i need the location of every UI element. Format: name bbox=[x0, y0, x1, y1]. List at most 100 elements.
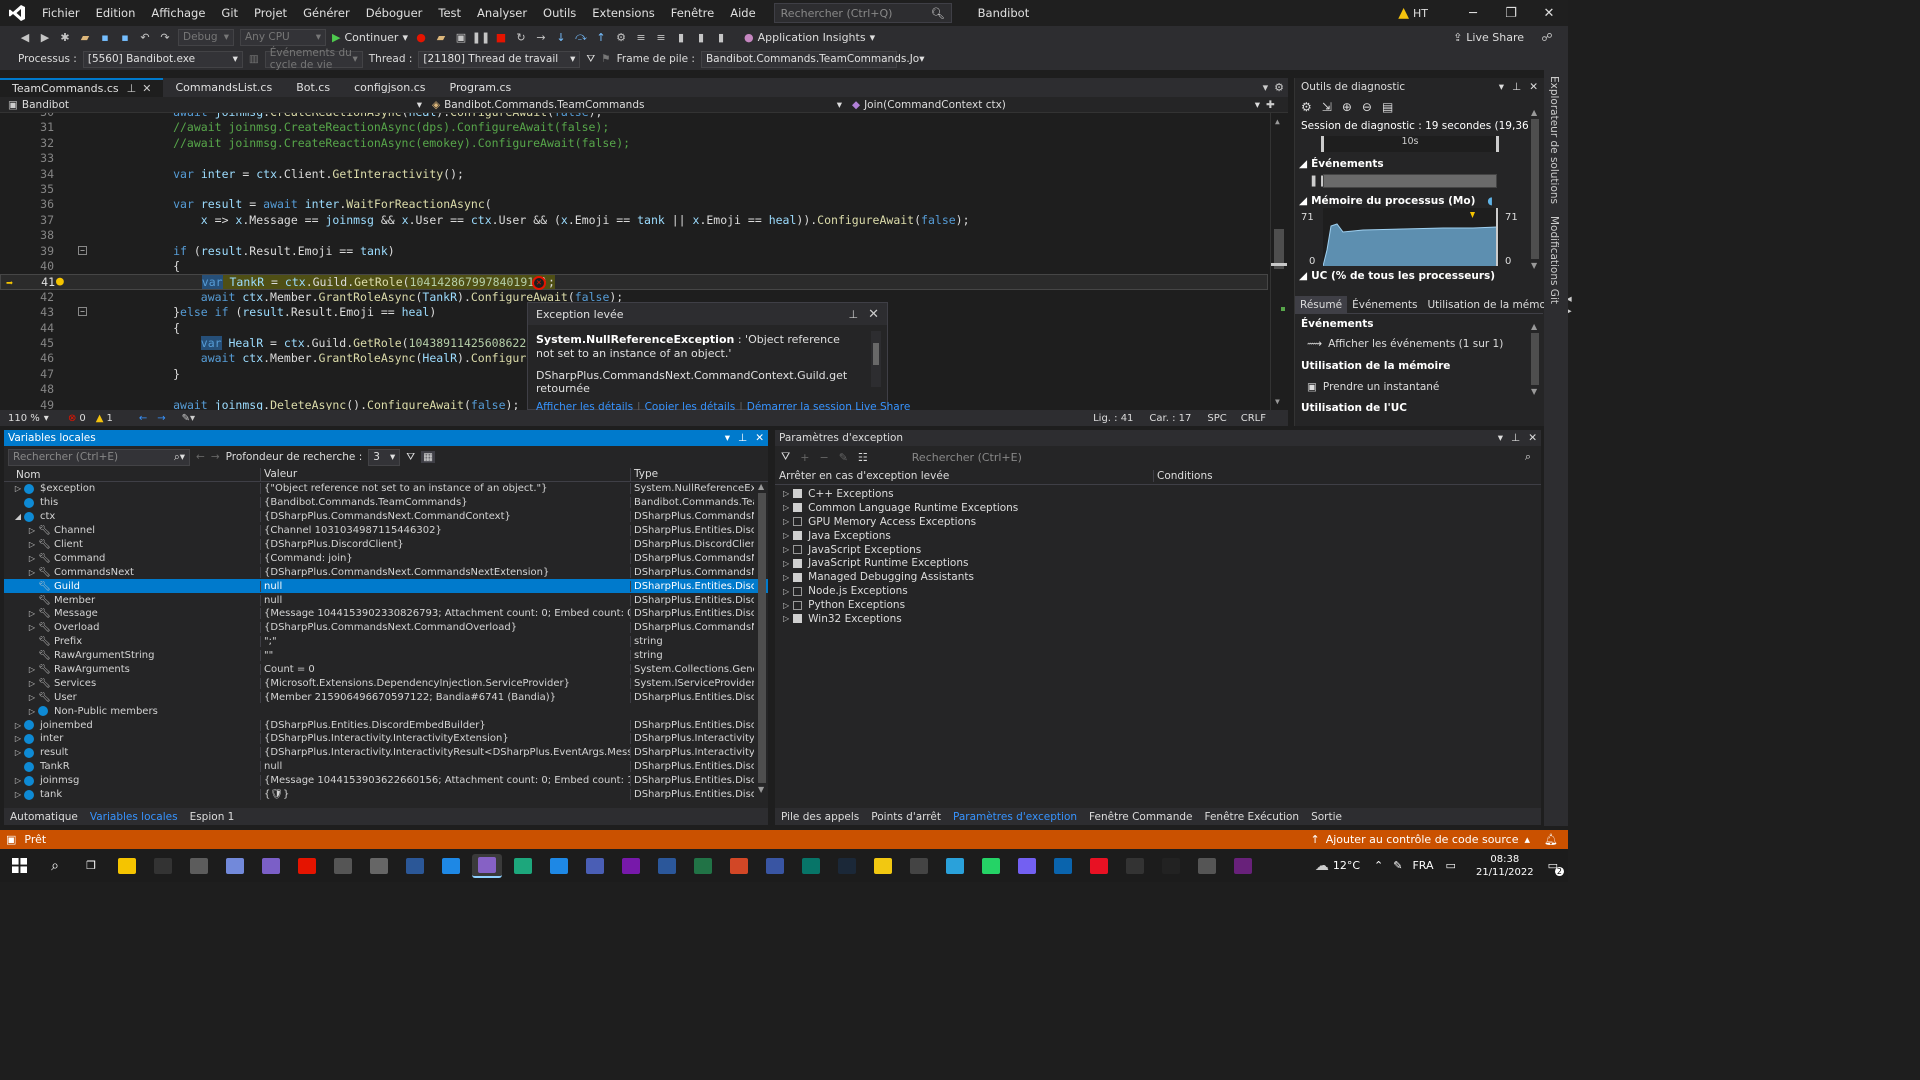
exception-search-input[interactable]: Rechercher (Ctrl+E) ⌕ bbox=[907, 448, 1535, 466]
menu-item-affichage[interactable]: Affichage bbox=[143, 0, 213, 26]
vscode-icon[interactable] bbox=[436, 854, 466, 878]
minimize-button[interactable]: ─ bbox=[1454, 6, 1492, 21]
locals-row[interactable]: ▷ joinembed {DSharpPlus.Entities.DiscordEm… bbox=[4, 718, 768, 732]
nav-forward-icon[interactable]: → bbox=[157, 413, 165, 424]
mail-icon[interactable] bbox=[1048, 854, 1078, 878]
zoom-out-icon[interactable]: ⊖ bbox=[1362, 100, 1372, 114]
expand-arrow-icon[interactable]: ▷ bbox=[12, 734, 24, 743]
exception-checkbox[interactable] bbox=[793, 600, 803, 610]
locals-row[interactable]: ▷ 🔧︎ RawArguments Count = 0 System.Collectio… bbox=[4, 663, 768, 677]
tab-program-cs[interactable]: Program.cs bbox=[438, 78, 524, 97]
media-icon[interactable] bbox=[1228, 854, 1258, 878]
expand-arrow-icon[interactable]: ▷ bbox=[12, 748, 24, 757]
config-select[interactable]: Debug ▾ bbox=[178, 28, 234, 46]
column-value[interactable]: Valeur bbox=[260, 468, 630, 481]
solution-explorer-tab[interactable]: Explorateur de solutions bbox=[1548, 70, 1560, 210]
close-tab-icon[interactable]: ✕ bbox=[142, 82, 151, 95]
variable-value[interactable]: null bbox=[260, 580, 630, 592]
calculator-icon[interactable] bbox=[184, 854, 214, 878]
exception-checkbox[interactable] bbox=[793, 572, 803, 582]
split-icon[interactable]: ✚ bbox=[1266, 99, 1275, 111]
expand-arrow-icon[interactable]: ▷ bbox=[783, 503, 789, 512]
wd-icon[interactable] bbox=[1156, 854, 1186, 878]
onenote-icon[interactable] bbox=[616, 854, 646, 878]
expand-arrow-icon[interactable]: ◢ bbox=[12, 512, 24, 521]
editor-vertical-scrollbar[interactable]: ▲ ▼ bbox=[1270, 113, 1287, 410]
exception-category-row[interactable]: ▷ Java Exceptions bbox=[775, 529, 1541, 543]
bookmark-next-icon[interactable]: ▮ bbox=[714, 30, 728, 44]
line-ending-indicator[interactable]: CRLF bbox=[1241, 413, 1266, 424]
expand-arrow-icon[interactable]: ▷ bbox=[783, 614, 789, 623]
bottom-tab-sortie[interactable]: Sortie bbox=[1305, 811, 1348, 823]
step-into-icon[interactable]: ↓ bbox=[554, 30, 568, 44]
variable-value[interactable]: {DSharpPlus.DiscordClient} bbox=[260, 539, 630, 550]
paint-icon[interactable] bbox=[904, 854, 934, 878]
save-all-icon[interactable]: ▪ bbox=[118, 30, 132, 44]
step-over-icon[interactable]: ⤼ bbox=[574, 30, 588, 44]
add-icon[interactable]: + bbox=[800, 451, 809, 464]
expand-arrow-icon[interactable]: ▷ bbox=[783, 601, 789, 610]
exception-category-row[interactable]: ▷ Node.js Exceptions bbox=[775, 584, 1541, 598]
flag-icon[interactable]: ⚑ bbox=[601, 53, 610, 65]
menu-item-generer[interactable]: Générer bbox=[295, 0, 358, 26]
steam-chat-icon[interactable] bbox=[364, 854, 394, 878]
edge-icon[interactable] bbox=[508, 854, 538, 878]
warning-count[interactable]: ▲ 1 bbox=[96, 413, 113, 424]
viber-icon[interactable] bbox=[1012, 854, 1042, 878]
locals-row[interactable]: 🔧︎Member nullDSharpPlus.Entities.Discor..… bbox=[4, 593, 768, 607]
hot-reload-icon[interactable]: ● bbox=[414, 30, 428, 44]
hex-icon[interactable]: ⚙ bbox=[614, 30, 628, 44]
powerpoint-icon[interactable] bbox=[724, 854, 754, 878]
close-window-button[interactable]: ✕ bbox=[1530, 6, 1568, 21]
exception-category-row[interactable]: ▷ JavaScript Exceptions bbox=[775, 543, 1541, 557]
screen-icon[interactable]: ▣ bbox=[454, 30, 468, 44]
undo-icon[interactable]: ↶ bbox=[138, 30, 152, 44]
variable-value[interactable]: {DSharpPlus.CommandsNext.CommandContext} bbox=[260, 511, 630, 523]
pin-icon[interactable]: ⊥ bbox=[738, 432, 747, 444]
restart-icon[interactable]: ↻ bbox=[514, 30, 528, 44]
exception-checkbox[interactable] bbox=[793, 614, 803, 624]
expand-arrow-icon[interactable]: ▷ bbox=[783, 559, 789, 568]
close-icon[interactable]: ✕ bbox=[1529, 81, 1538, 93]
locals-row[interactable]: 🔧︎ Prefix ";" string bbox=[4, 635, 768, 649]
steam-icon[interactable] bbox=[832, 854, 862, 878]
bottom-tab-fen-tre-ex-cution[interactable]: Fenêtre Exécution bbox=[1199, 811, 1306, 823]
export-icon[interactable]: ⇲ bbox=[1322, 100, 1332, 114]
menu-item-test[interactable]: Test bbox=[430, 0, 469, 26]
expand-arrow-icon[interactable]: ▷ bbox=[26, 679, 38, 688]
exception-category-row[interactable]: ▷ Win32 Exceptions bbox=[775, 612, 1541, 626]
publisher-icon[interactable] bbox=[796, 854, 826, 878]
code-line[interactable]: 40 { bbox=[0, 259, 1268, 274]
pin-icon[interactable]: ⊥ bbox=[849, 308, 859, 321]
locals-row[interactable]: TankR nullDSharpPlus.Entities.Discor... bbox=[4, 760, 768, 774]
expand-arrow-icon[interactable]: ▷ bbox=[783, 517, 789, 526]
redo-icon[interactable]: ↷ bbox=[158, 30, 172, 44]
clock[interactable]: 08:38 21/11/2022 bbox=[1476, 853, 1534, 879]
expand-arrow-icon[interactable]: ▷ bbox=[26, 526, 38, 535]
locals-row[interactable]: ▷ 🔧︎ Channel {Channel 1031034987115446302} D… bbox=[4, 524, 768, 538]
column-break-when-thrown[interactable]: Arrêter en cas d'exception levée bbox=[775, 470, 1153, 482]
exception-category-row[interactable]: ▷ Managed Debugging Assistants bbox=[775, 570, 1541, 584]
locals-row[interactable]: this {Bandibot.Commands.TeamCommands} Band… bbox=[4, 496, 768, 510]
bottom-tab-fen-tre-commande[interactable]: Fenêtre Commande bbox=[1083, 811, 1198, 823]
show-events-link[interactable]: ⟿ Afficher les événements (1 sur 1) bbox=[1307, 338, 1503, 350]
user-avatar[interactable]: HT bbox=[1413, 7, 1428, 20]
pen-icon[interactable]: ✎ bbox=[1393, 859, 1402, 872]
menu-item-fenetre[interactable]: Fenêtre bbox=[663, 0, 722, 26]
restore-button[interactable]: ❐ bbox=[1492, 6, 1530, 21]
error-count[interactable]: ⊗ 0 bbox=[68, 413, 86, 424]
browse-icon[interactable]: ▰ bbox=[434, 30, 448, 44]
locals-row[interactable]: ▷ 🔧︎ Message {Message 1044153902330826793; … bbox=[4, 607, 768, 621]
stop-icon[interactable]: ■ bbox=[494, 30, 508, 44]
expand-arrow-icon[interactable]: ▷ bbox=[26, 693, 38, 702]
expand-arrow-icon[interactable]: ▷ bbox=[26, 707, 38, 716]
variable-value[interactable]: {DSharpPlus.Interactivity.InteractivityE… bbox=[260, 733, 630, 745]
locals-row[interactable]: ▷ 🔧︎ User {Member 215906496670597122; Bandi… bbox=[4, 690, 768, 704]
bottom-tab-points-d-arr-t[interactable]: Points d'arrêt bbox=[865, 811, 947, 823]
bottom-tab-espion-1[interactable]: Espion 1 bbox=[184, 811, 241, 823]
variable-value[interactable]: {DSharpPlus.CommandsNext.CommandOverload… bbox=[260, 622, 630, 634]
app-insights-button[interactable]: ● Application Insights ▾ bbox=[744, 31, 875, 44]
show-next-statement-icon[interactable]: → bbox=[534, 30, 548, 44]
weather-temp[interactable]: 12°C bbox=[1333, 859, 1360, 872]
expand-arrow-icon[interactable]: ▷ bbox=[783, 489, 789, 498]
